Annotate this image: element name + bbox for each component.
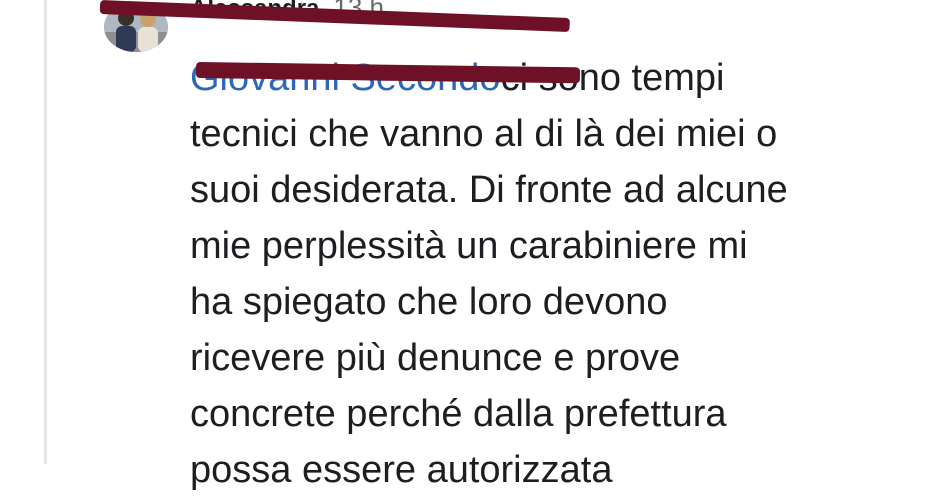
comment-text-line: suoi desiderata. Di fronte ad alcune (190, 169, 788, 211)
comment-text-line: possa essere autorizzata (190, 449, 613, 491)
comment-text-line: mie perplessità un carabiniere mi (190, 225, 748, 267)
comment-text-line: concrete perché dalla prefettura (190, 393, 727, 435)
thread-connector-line (44, 0, 47, 464)
comment-body: Giovanni Secondoci sono tempi tecnici ch… (190, 50, 910, 498)
comment-text-line: ha spiegato che loro devono (190, 281, 668, 323)
comment-text-line: ricevere più denunce e prove (190, 337, 681, 379)
comment-text-line: tecnici che vanno al di là dei miei o (190, 113, 778, 155)
